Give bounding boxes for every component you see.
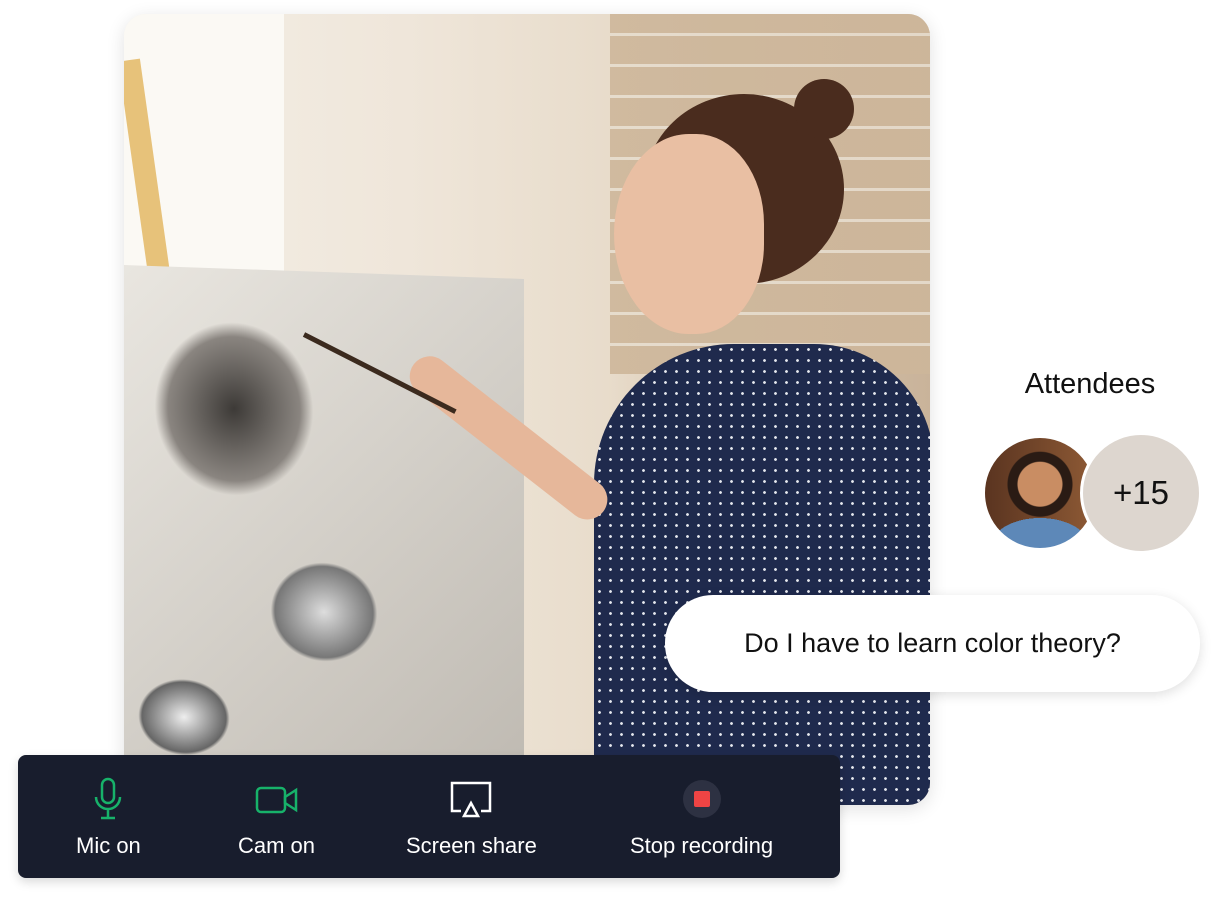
presenter-shirt [594, 344, 930, 805]
attendees-title: Attendees [1024, 368, 1156, 400]
presenter-hair-bun [794, 79, 854, 139]
mic-label: Mic on [76, 833, 141, 858]
stop-recording-button[interactable]: Stop recording [630, 777, 773, 859]
more-attendees-badge[interactable]: +15 [1080, 432, 1202, 554]
screen-share-icon [451, 781, 492, 818]
mic-button[interactable]: Mic on [76, 777, 141, 859]
stop-recording-label: Stop recording [630, 833, 774, 858]
presenter-face [614, 134, 764, 334]
screen-share-label: Screen share [406, 833, 537, 858]
video-camera-icon [255, 786, 297, 814]
meeting-toolbar: Mic on Cam on Screen share Stop recordin… [18, 755, 840, 878]
camera-label: Cam on [238, 833, 316, 858]
microphone-icon [95, 777, 122, 820]
screen-share-button[interactable]: Screen share [406, 777, 537, 859]
camera-button[interactable]: Cam on [238, 777, 315, 859]
stop-record-icon [682, 780, 721, 818]
chat-message-bubble: Do I have to learn color theory? [665, 595, 1200, 692]
